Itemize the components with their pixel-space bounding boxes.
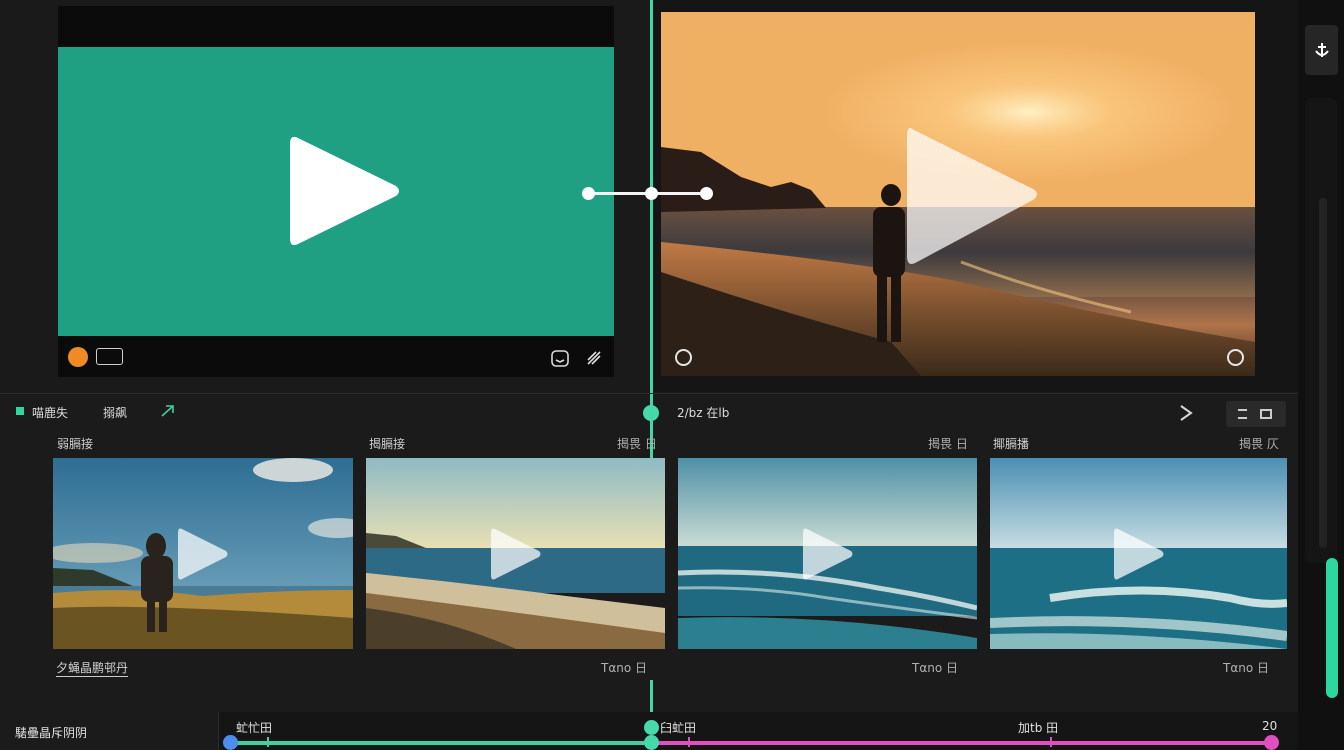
timeline-end-handle[interactable] [1264,735,1279,750]
caption-icon[interactable] [96,348,123,365]
toolbar-item-2[interactable]: 搦飙 [103,404,127,421]
clip-thumbnail[interactable] [366,458,665,649]
split-handle-start[interactable] [582,187,595,200]
clip-footer: Tαno 日 [1223,661,1270,675]
timeline-playhead-handle[interactable] [644,735,659,750]
timeline-marker-label: 虻忙田 [236,721,273,735]
split-handle-end[interactable] [700,187,713,200]
clip-meta: 揭畏 日 [617,437,657,451]
clip-meta: 揭畏 日 [928,437,968,451]
preview-left-controls [58,337,614,377]
play-icon[interactable] [288,132,403,250]
playhead-line[interactable] [650,0,653,412]
timeline-start-handle[interactable] [223,735,238,750]
clip-footer: Tαno 日 [912,661,959,675]
minus-circle-icon[interactable] [1227,349,1244,366]
clip-thumbnail[interactable] [990,458,1287,649]
clip-thumbnail[interactable] [678,458,977,649]
play-icon[interactable] [490,527,541,581]
chevron-right-icon[interactable] [1178,404,1194,422]
side-scroll-accent[interactable] [1326,558,1338,698]
clip-title: 揭膈接 [369,437,406,451]
expand-icon[interactable] [1226,401,1286,427]
clip-title: 揶膈播 [993,437,1030,451]
timeline-range-green[interactable] [230,741,651,745]
toolbar-item-1[interactable]: 喵鹿失 [32,404,68,421]
anchor-icon [1315,43,1329,57]
clip-footer: Tαno 日 [601,661,648,675]
anchor-button[interactable] [1305,25,1338,75]
timeline-marker-label: 加tb 田 [1018,721,1059,735]
preview-right-frame[interactable] [661,12,1255,376]
redo-icon[interactable] [584,348,604,368]
play-icon[interactable] [1113,527,1164,581]
play-icon[interactable] [178,527,228,581]
preview-left-canvas[interactable] [58,47,614,336]
divider [0,393,1298,394]
clip-thumbnail[interactable] [53,458,353,649]
clip-meta: 揭畏 仄 [1239,437,1279,451]
timeline-tick [688,737,690,747]
circle-icon[interactable] [675,349,692,366]
timeline-playhead-handle[interactable] [644,720,659,735]
sunset-beach-image [661,12,1255,376]
side-scroll-thumb[interactable] [1319,198,1327,548]
timeline-end-value: 20 [1262,719,1278,733]
undo-icon[interactable] [550,348,570,368]
timeline-range-pink[interactable] [652,741,1272,745]
clip-footer: 夕蝇晶鹏邨丹 [56,661,129,677]
record-icon[interactable] [68,347,88,367]
timeline-marker-label: 臼虻田 [660,721,697,735]
clip-title: 弱膈接 [57,437,94,451]
play-icon[interactable] [802,527,853,581]
status-indicator [16,407,24,415]
timecode-display: 2/bz 在lb [677,406,730,420]
timeline-tick [1050,737,1052,747]
timeline-tick [267,737,269,747]
split-handle-mid[interactable] [645,187,658,200]
share-icon[interactable] [160,404,176,418]
timeline-track-label: 騞壘晶斥阴阴 [15,726,88,740]
